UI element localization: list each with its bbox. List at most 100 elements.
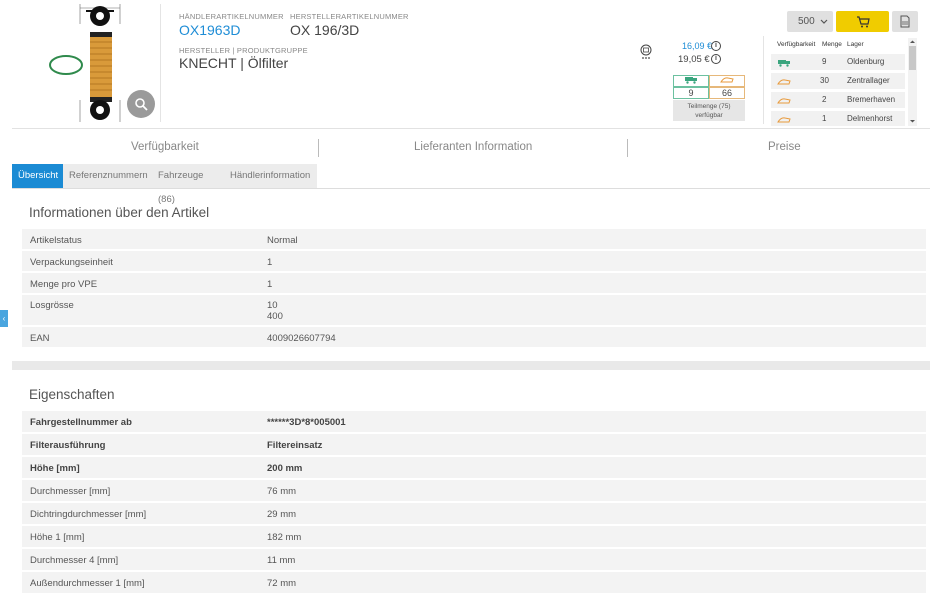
stock-qty: 2	[822, 95, 827, 104]
table-row: Fahrgestellnummer ab ******3D*8*005001	[22, 411, 926, 434]
stock-header-warehouse: Lager	[847, 41, 864, 48]
side-collapse-tab[interactable]: ‹	[0, 310, 8, 327]
table-row: Menge pro VPE 1	[22, 273, 926, 295]
row-key: Außendurchmesser 1 [mm]	[30, 578, 145, 589]
quantity-value: 500	[798, 16, 815, 27]
subtab-dealer-info[interactable]: Händlerinformation	[224, 164, 317, 188]
divider	[160, 4, 161, 122]
row-value: Normal	[267, 235, 298, 246]
row-key: EAN	[30, 333, 50, 344]
partial-quantity-line1: Teilmenge (75)	[687, 103, 731, 110]
row-key: Filterausführung	[30, 440, 106, 451]
manufacturer-group-label: HERSTELLER | PRODUKTGRUPPE	[179, 46, 308, 55]
table-row: Losgrösse 10 400	[22, 295, 926, 327]
available-now-count: 9	[673, 87, 709, 99]
availability-summary[interactable]: 9 66 Teilmenge (75) verfügbar	[673, 75, 745, 121]
subtab-references[interactable]: Referenznummern	[63, 164, 152, 188]
stock-table: Verfügbarkeit Menge Lager 9 Oldenburg 30…	[771, 38, 907, 126]
row-value-2: 400	[267, 311, 283, 322]
row-key: Verpackungseinheit	[30, 257, 113, 268]
truck-green-icon	[778, 60, 790, 67]
tab-prices[interactable]: Preise	[768, 141, 801, 153]
zoom-button[interactable]	[127, 90, 155, 118]
manufacturer-article-number: OX 196/3D	[290, 22, 360, 38]
table-row: EAN 4009026607794	[22, 327, 926, 349]
section-separator	[12, 361, 930, 370]
divider	[12, 188, 930, 189]
info-section-title: Informationen über den Artikel	[29, 205, 210, 220]
row-value: 29 mm	[267, 509, 297, 520]
table-row: Durchmesser 4 [mm] 11 mm	[22, 549, 926, 572]
available-now-cell	[673, 75, 709, 87]
available-later-count: 66	[709, 87, 745, 99]
row-value: 182 mm	[267, 532, 302, 543]
chevron-left-icon: ‹	[2, 314, 6, 323]
manufacturer-article-label: HERSTELLERARTIKELNUMMER	[290, 12, 409, 21]
stock-row[interactable]: 9 Oldenburg	[771, 54, 905, 71]
info-icon[interactable]: i	[711, 54, 721, 64]
subtab-vehicles[interactable]: Fahrzeuge (86)	[152, 164, 224, 205]
stock-qty: 9	[822, 57, 827, 66]
partial-quantity-note: Teilmenge (75) verfügbar	[673, 100, 745, 121]
row-value: 1	[267, 279, 273, 290]
row-value: 4009026607794	[267, 333, 336, 344]
stock-row[interactable]: 1 Delmenhorst	[771, 111, 905, 126]
table-row: Außendurchmesser 1 [mm] 72 mm	[22, 572, 926, 595]
row-value: 72 mm	[267, 578, 297, 589]
stock-row[interactable]: 2 Bremerhaven	[771, 92, 905, 109]
stock-scrollbar[interactable]	[908, 38, 917, 126]
row-key: Höhe 1 [mm]	[30, 532, 85, 543]
row-value: ******3D*8*005001	[267, 417, 346, 428]
row-key: Durchmesser 4 [mm]	[30, 555, 119, 566]
divider	[318, 139, 319, 157]
stock-qty: 30	[820, 76, 829, 85]
stock-warehouse: Bremerhaven	[847, 95, 896, 104]
row-value: Filtereinsatz	[267, 440, 323, 451]
cart-icon	[856, 15, 870, 27]
export-button[interactable]	[892, 11, 918, 32]
stock-header-quantity: Menge	[822, 41, 842, 48]
table-row: Verpackungseinheit 1	[22, 251, 926, 273]
truck-green-icon	[685, 77, 697, 84]
properties-section-title: Eigenschaften	[29, 387, 115, 402]
subtab-overview[interactable]: Übersicht	[12, 164, 63, 188]
truck-orange-icon	[777, 79, 791, 85]
divider	[627, 139, 628, 157]
truck-orange-icon	[720, 77, 734, 83]
scroll-up-icon[interactable]	[908, 39, 917, 45]
scroll-down-icon[interactable]	[908, 118, 917, 124]
partial-quantity-line2: verfügbar	[695, 112, 723, 119]
stock-warehouse: Delmenhorst	[847, 114, 893, 123]
row-key: Fahrgestellnummer ab	[30, 417, 132, 428]
quantity-select[interactable]: 500	[787, 11, 833, 32]
table-row: Durchmesser [mm] 76 mm	[22, 480, 926, 503]
tab-supplier-information[interactable]: Lieferanten Information	[414, 141, 532, 153]
section-tabs: Verfügbarkeit Lieferanten Information Pr…	[12, 128, 930, 164]
row-value: 11 mm	[267, 555, 296, 566]
add-to-cart-button[interactable]	[836, 11, 889, 32]
stock-warehouse: Zentrallager	[847, 76, 890, 85]
available-later-cell	[709, 75, 745, 87]
price-gross: 19,05 €	[678, 54, 710, 65]
dealer-article-label: HÄNDLERARTIKELNUMMER	[179, 12, 284, 21]
row-key: Losgrösse	[30, 300, 74, 311]
stock-row[interactable]: 30 Zentrallager	[771, 73, 905, 90]
info-icon[interactable]: i	[711, 41, 721, 51]
chevron-down-icon	[820, 19, 828, 24]
table-row: Höhe 1 [mm] 182 mm	[22, 526, 926, 549]
row-key: Artikelstatus	[30, 235, 82, 246]
stock-qty: 1	[822, 114, 827, 123]
row-key: Dichtringdurchmesser [mm]	[30, 509, 147, 520]
tab-availability[interactable]: Verfügbarkeit	[131, 141, 199, 153]
stock-header-availability: Verfügbarkeit	[777, 41, 816, 48]
dealer-article-number[interactable]: OX1963D	[179, 22, 240, 38]
row-key: Menge pro VPE	[30, 279, 98, 290]
price-calc-icon[interactable]	[640, 44, 652, 60]
product-header: HÄNDLERARTIKELNUMMER OX1963D HERSTELLERA…	[0, 0, 930, 128]
magnifier-icon	[135, 98, 148, 111]
manufacturer-group: KNECHT | Ölfilter	[179, 55, 289, 71]
row-value: 1	[267, 257, 273, 268]
row-value: 10	[267, 300, 278, 311]
scroll-thumb[interactable]	[909, 46, 916, 70]
row-key: Durchmesser [mm]	[30, 486, 111, 497]
